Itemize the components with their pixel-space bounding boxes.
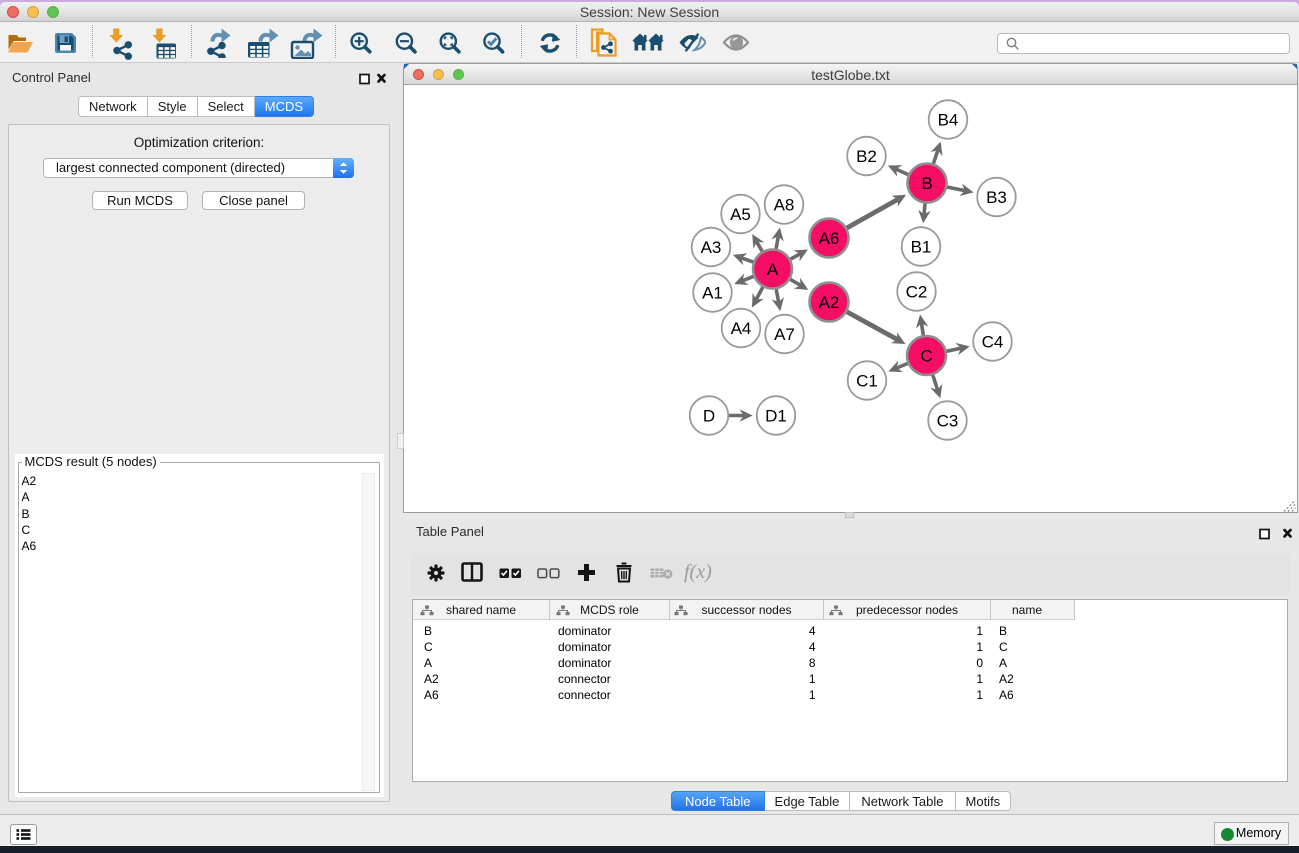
svg-text:D: D (703, 407, 715, 426)
svg-text:B3: B3 (986, 188, 1007, 207)
svg-text:C: C (920, 347, 932, 366)
svg-text:C4: C4 (982, 333, 1004, 352)
svg-text:B1: B1 (911, 238, 932, 257)
svg-text:A2: A2 (819, 293, 840, 312)
svg-text:C2: C2 (906, 283, 928, 302)
svg-text:C3: C3 (937, 412, 959, 431)
svg-text:A7: A7 (774, 325, 795, 344)
svg-text:A4: A4 (731, 319, 752, 338)
svg-text:A1: A1 (702, 284, 723, 303)
svg-text:A6: A6 (819, 229, 840, 248)
svg-text:A: A (767, 260, 779, 279)
svg-text:D1: D1 (765, 407, 787, 426)
svg-text:A8: A8 (774, 196, 795, 215)
svg-text:B4: B4 (938, 111, 959, 130)
svg-text:B: B (921, 174, 932, 193)
svg-text:B2: B2 (856, 147, 877, 166)
svg-text:C1: C1 (856, 372, 878, 391)
svg-text:A3: A3 (701, 238, 722, 257)
svg-text:A5: A5 (730, 205, 751, 224)
